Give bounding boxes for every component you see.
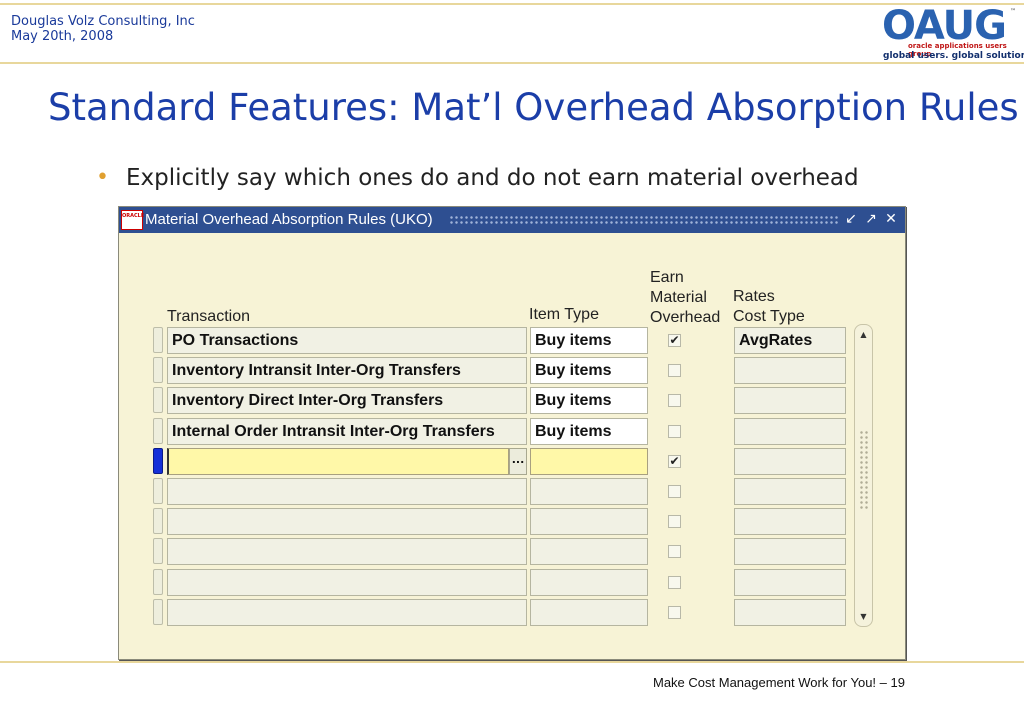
rates-header-line-2: Cost Type [733, 308, 805, 325]
cost-type-field[interactable] [734, 387, 846, 414]
row-indicator[interactable] [153, 418, 163, 444]
bullet-text: Explicitly say which ones do and do not … [126, 165, 859, 191]
cost-type-field[interactable] [734, 357, 846, 384]
row-indicator[interactable] [153, 327, 163, 353]
header-top-rule [0, 3, 1024, 5]
minimize-icon[interactable]: ↙ [843, 211, 859, 227]
column-header-transaction: Transaction [167, 308, 250, 325]
cost-type-field[interactable]: AvgRates [734, 327, 846, 354]
transaction-field[interactable] [167, 599, 527, 626]
item-type-field[interactable] [530, 599, 648, 626]
cost-type-field[interactable] [734, 448, 846, 475]
item-type-field[interactable] [530, 538, 648, 565]
header-bottom-rule [0, 62, 1024, 64]
presentation-date: May 20th, 2008 [11, 29, 114, 44]
scroll-thumb[interactable] [859, 430, 868, 510]
company-name: Douglas Volz Consulting, Inc [11, 14, 195, 29]
presenter-info: Douglas Volz Consulting, Inc May 20th, 2… [11, 14, 195, 44]
row-indicator[interactable] [153, 538, 163, 564]
row-indicator[interactable] [153, 387, 163, 413]
earn-overhead-checkbox[interactable] [668, 425, 681, 438]
logo-letters: OAUG [882, 3, 1007, 49]
logo-trademark: ™ [1010, 8, 1016, 15]
row-indicator[interactable] [153, 569, 163, 595]
bullet-icon: • [96, 165, 109, 190]
earn-header-line-1: Earn [650, 269, 684, 286]
transaction-field[interactable] [167, 538, 527, 565]
transaction-field[interactable]: Internal Order Intransit Inter-Org Trans… [167, 418, 527, 445]
window-title: Material Overhead Absorption Rules (UKO) [145, 211, 433, 228]
item-type-field[interactable] [530, 478, 648, 505]
earn-header-line-3: Overhead [650, 309, 721, 326]
cost-type-field[interactable] [734, 508, 846, 535]
item-type-field[interactable]: Buy items [530, 327, 648, 354]
transaction-field[interactable]: PO Transactions [167, 327, 527, 354]
item-type-field[interactable] [530, 569, 648, 596]
row-indicator[interactable] [153, 599, 163, 625]
oaug-logo: OAUG ™ oracle applications users group g… [878, 3, 1024, 64]
earn-overhead-checkbox[interactable] [668, 606, 681, 619]
earn-overhead-checkbox[interactable] [668, 485, 681, 498]
material-overhead-window: ORACLE Material Overhead Absorption Rule… [118, 206, 906, 660]
cost-type-field[interactable] [734, 599, 846, 626]
item-type-field[interactable]: Buy items [530, 357, 648, 384]
row-indicator[interactable] [153, 478, 163, 504]
earn-overhead-checkbox[interactable] [668, 545, 681, 558]
rates-header-line-1: Rates [733, 288, 775, 305]
cost-type-field[interactable] [734, 418, 846, 445]
earn-overhead-checkbox[interactable] [668, 364, 681, 377]
earn-overhead-checkbox[interactable] [668, 394, 681, 407]
item-type-field[interactable] [530, 508, 648, 535]
item-type-field[interactable]: Buy items [530, 418, 648, 445]
footer-rule [0, 661, 1024, 663]
cost-type-field[interactable] [734, 569, 846, 596]
cost-type-field[interactable] [734, 538, 846, 565]
row-indicator[interactable] [153, 508, 163, 534]
list-of-values-button[interactable]: ... [509, 448, 527, 475]
earn-header-line-2: Material [650, 289, 707, 306]
earn-overhead-checkbox[interactable]: ✔ [668, 334, 681, 347]
window-titlebar[interactable]: ORACLE Material Overhead Absorption Rule… [119, 207, 905, 233]
footer-text: Make Cost Management Work for You! – 19 [653, 675, 905, 690]
cost-type-field[interactable] [734, 478, 846, 505]
oracle-app-icon: ORACLE [121, 210, 144, 230]
item-type-field[interactable]: Buy items [530, 387, 648, 414]
row-indicator[interactable] [153, 357, 163, 383]
logo-tagline: global users. global solutions. [883, 51, 1024, 61]
scroll-down-icon[interactable]: ▼ [857, 610, 870, 623]
close-icon[interactable]: ✕ [883, 211, 899, 227]
earn-overhead-checkbox[interactable]: ✔ [668, 455, 681, 468]
item-type-field[interactable] [530, 448, 648, 475]
transaction-field[interactable] [167, 508, 527, 535]
column-header-rates-cost-type: Rates Cost Type [733, 287, 805, 327]
transaction-field[interactable] [167, 448, 509, 475]
transaction-field[interactable]: Inventory Direct Inter-Org Transfers [167, 387, 527, 414]
slide-title: Standard Features: Mat’l Overhead Absorp… [48, 86, 1019, 129]
earn-overhead-checkbox[interactable] [668, 515, 681, 528]
transaction-field[interactable] [167, 478, 527, 505]
vertical-scrollbar[interactable]: ▲ ▼ [854, 324, 873, 627]
transaction-field[interactable] [167, 569, 527, 596]
scroll-up-icon[interactable]: ▲ [857, 328, 870, 341]
earn-overhead-checkbox[interactable] [668, 576, 681, 589]
column-header-earn-overhead: Earn Material Overhead [650, 268, 720, 328]
transaction-field[interactable]: Inventory Intransit Inter-Org Transfers [167, 357, 527, 384]
column-header-item-type: Item Type [529, 306, 599, 323]
titlebar-grip [449, 215, 839, 225]
maximize-icon[interactable]: ↗ [863, 211, 879, 227]
row-indicator[interactable] [153, 448, 163, 474]
